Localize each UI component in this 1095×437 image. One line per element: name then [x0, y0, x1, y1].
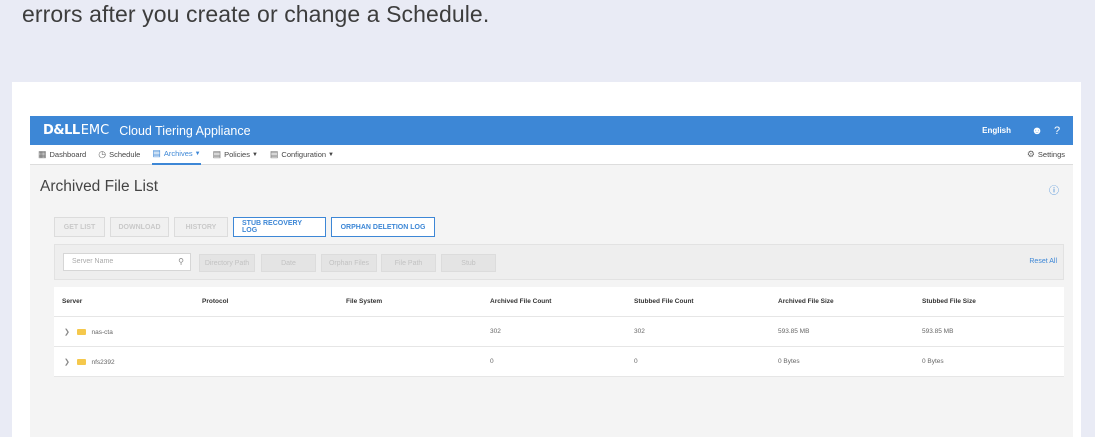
- document-text: errors after you create or change a Sche…: [22, 1, 490, 27]
- archived-size-cell: 0 Bytes: [778, 358, 800, 365]
- dashboard-icon: ▦: [38, 149, 47, 159]
- chevron-down-icon: ▼: [328, 151, 334, 158]
- clock-icon: ◷: [98, 149, 107, 159]
- archived-file-table: Server Protocol File System Archived Fil…: [54, 287, 1064, 377]
- top-bar: D&LL EMC Cloud Tiering Appliance English…: [30, 116, 1073, 145]
- column-header[interactable]: Archived File Size: [774, 298, 918, 305]
- server-name: nas-cta: [91, 328, 113, 336]
- column-header[interactable]: Archived File Count: [486, 298, 630, 305]
- app-title: Cloud Tiering Appliance: [119, 123, 251, 138]
- filter-stub[interactable]: Stub: [441, 254, 496, 272]
- archived-size-cell: 593.85 MB: [778, 328, 810, 335]
- config-icon: ▤: [269, 149, 279, 159]
- nav-label: Configuration: [281, 150, 327, 159]
- chevron-right-icon[interactable]: ❯: [64, 359, 70, 366]
- app-window: D&LL EMC Cloud Tiering Appliance English…: [30, 116, 1073, 437]
- nav-label: Dashboard: [49, 150, 87, 159]
- nav-label: Archives: [163, 149, 193, 158]
- nav-label: Policies: [224, 150, 250, 159]
- column-header[interactable]: Stubbed File Count: [630, 298, 774, 305]
- filter-bar: Server Name ⚲ Directory Path Date Orphan…: [54, 244, 1064, 280]
- history-button[interactable]: HISTORY: [174, 217, 228, 237]
- folder-icon: [76, 358, 86, 365]
- language-selector[interactable]: English: [982, 126, 1011, 135]
- column-header[interactable]: Protocol: [198, 298, 342, 305]
- page-help-icon[interactable]: ⓘ: [1049, 182, 1059, 197]
- stubbed-count-cell: 0: [634, 358, 638, 365]
- stub-recovery-log-button[interactable]: STUB RECOVERY LOG: [233, 217, 326, 237]
- table-header: Server Protocol File System Archived Fil…: [54, 287, 1064, 317]
- download-button[interactable]: DOWNLOAD: [110, 217, 169, 237]
- chevron-down-icon: ▼: [194, 150, 201, 157]
- filter-date[interactable]: Date: [261, 254, 316, 272]
- filter-directory-path[interactable]: Directory Path: [199, 254, 255, 272]
- nav-label: Schedule: [109, 150, 141, 159]
- archive-icon: ▤: [152, 148, 161, 158]
- stubbed-size-cell: 593.85 MB: [922, 328, 954, 335]
- search-placeholder: Server Name: [72, 258, 114, 265]
- reset-all-link[interactable]: Reset All: [1029, 258, 1057, 265]
- nav-item-configuration[interactable]: ▤ Configuration ▼: [270, 145, 334, 165]
- archived-count-cell: 0: [490, 358, 494, 365]
- nav-item-archives[interactable]: ▤ Archives ▼: [152, 145, 201, 165]
- filter-orphan-files[interactable]: Orphan Files: [321, 254, 377, 272]
- orphan-deletion-log-button[interactable]: ORPHAN DELETION LOG: [331, 217, 435, 237]
- chevron-right-icon[interactable]: ❯: [64, 329, 70, 336]
- archived-count-cell: 302: [490, 328, 501, 335]
- table-row[interactable]: ❯ nas-cta 302 302 593.85 MB 593.85 MB: [54, 317, 1064, 347]
- get-list-button[interactable]: GET LIST: [54, 217, 105, 237]
- stubbed-size-cell: 0 Bytes: [922, 358, 944, 365]
- column-header[interactable]: Stubbed File Size: [918, 298, 1064, 305]
- server-cell: ❯ nfs2392: [54, 358, 198, 366]
- nav-item-schedule[interactable]: ◷ Schedule: [98, 145, 140, 165]
- nav-bar: ▦ Dashboard ◷ Schedule ▤ Archives ▼ ▤ Po…: [30, 145, 1073, 165]
- action-buttons: GET LIST DOWNLOAD HISTORY STUB RECOVERY …: [54, 217, 440, 237]
- column-header[interactable]: Server: [54, 298, 198, 305]
- page-title: Archived File List: [40, 178, 159, 195]
- settings-label: Settings: [1037, 150, 1065, 159]
- column-header[interactable]: File System: [342, 298, 486, 305]
- emc-logo: EMC: [80, 123, 110, 138]
- table-row[interactable]: ❯ nfs2392 0 0 0 Bytes 0 Bytes: [54, 347, 1064, 377]
- dell-logo: D&LL: [43, 123, 80, 138]
- stubbed-count-cell: 302: [634, 328, 645, 335]
- server-cell: ❯ nas-cta: [54, 328, 198, 336]
- folder-icon: [76, 328, 86, 335]
- policy-icon: ▤: [212, 149, 222, 159]
- filter-file-path[interactable]: File Path: [381, 254, 436, 272]
- server-name: nfs2392: [91, 358, 115, 366]
- chevron-down-icon: ▼: [251, 151, 258, 158]
- user-icon[interactable]: ☻: [1031, 125, 1043, 137]
- settings-link[interactable]: ⚙ Settings: [1027, 145, 1065, 165]
- nav-item-policies[interactable]: ▤ Policies ▼: [213, 145, 258, 165]
- search-icon[interactable]: ⚲: [178, 254, 184, 270]
- search-input[interactable]: Server Name ⚲: [63, 253, 191, 271]
- nav-item-dashboard[interactable]: ▦ Dashboard: [38, 145, 86, 165]
- help-icon[interactable]: ?: [1051, 125, 1063, 137]
- gear-icon: ⚙: [1026, 149, 1035, 159]
